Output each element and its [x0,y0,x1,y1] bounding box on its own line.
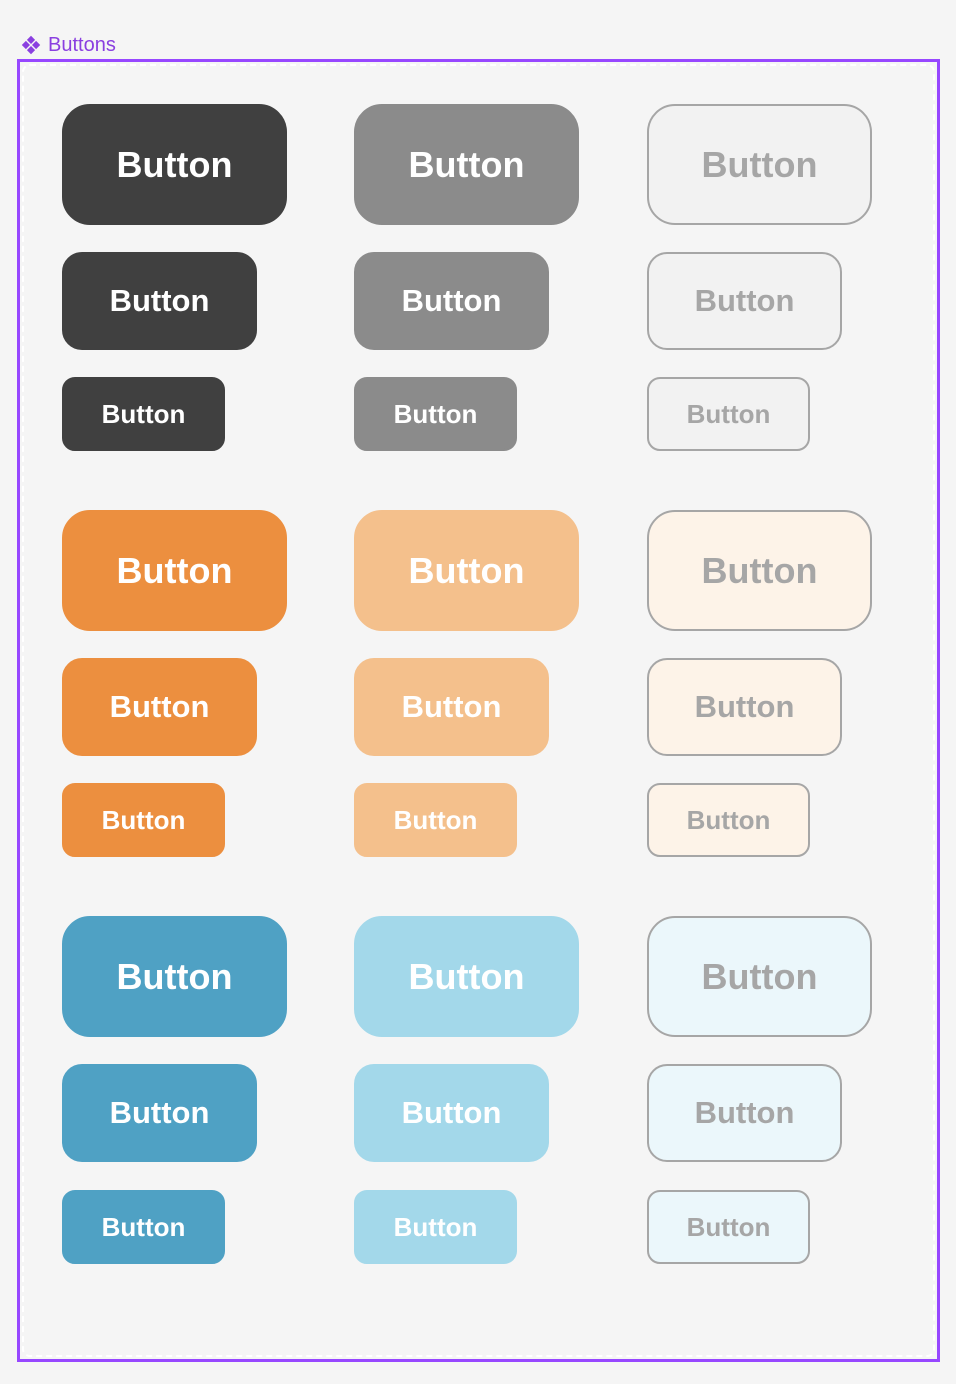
component-label: Buttons [48,34,116,56]
neutral-soft-large-button[interactable]: Button [354,104,579,225]
neutral-outline-small-button[interactable]: Button [647,377,810,451]
blue-solid-large-button[interactable]: Button [62,916,287,1037]
blue-soft-medium-button[interactable]: Button [354,1064,549,1162]
orange-outline-medium-button[interactable]: Button [647,658,842,756]
orange-outline-small-button[interactable]: Button [647,783,810,857]
orange-solid-small-button[interactable]: Button [62,783,225,857]
orange-soft-large-button[interactable]: Button [354,510,579,631]
neutral-solid-small-button[interactable]: Button [62,377,225,451]
blue-soft-small-button[interactable]: Button [354,1190,517,1264]
neutral-soft-medium-button[interactable]: Button [354,252,549,350]
blue-solid-medium-button[interactable]: Button [62,1064,257,1162]
orange-solid-medium-button[interactable]: Button [62,658,257,756]
orange-solid-large-button[interactable]: Button [62,510,287,631]
blue-outline-medium-button[interactable]: Button [647,1064,842,1162]
blue-soft-large-button[interactable]: Button [354,916,579,1037]
neutral-outline-medium-button[interactable]: Button [647,252,842,350]
orange-soft-small-button[interactable]: Button [354,783,517,857]
neutral-soft-small-button[interactable]: Button [354,377,517,451]
blue-outline-large-button[interactable]: Button [647,916,872,1037]
orange-outline-large-button[interactable]: Button [647,510,872,631]
neutral-solid-large-button[interactable]: Button [62,104,287,225]
blue-solid-small-button[interactable]: Button [62,1190,225,1264]
orange-soft-medium-button[interactable]: Button [354,658,549,756]
blue-outline-small-button[interactable]: Button [647,1190,810,1264]
component-title[interactable]: Buttons [20,32,116,58]
neutral-solid-medium-button[interactable]: Button [62,252,257,350]
neutral-outline-large-button[interactable]: Button [647,104,872,225]
component-icon [21,35,41,55]
